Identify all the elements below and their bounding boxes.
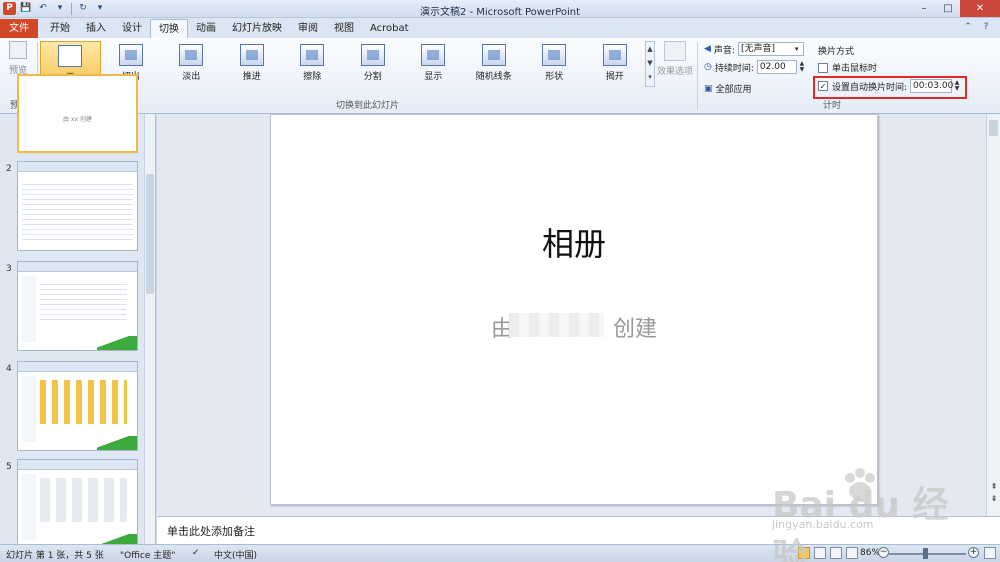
highlight-annotation xyxy=(813,76,967,99)
effect-options-button[interactable]: 效果选项 xyxy=(656,41,694,77)
minimize-button[interactable]: – xyxy=(912,0,936,17)
apply-all-icon: ▣ xyxy=(704,83,713,94)
transition-shape-icon xyxy=(542,44,567,66)
effect-options-label: 效果选项 xyxy=(656,67,693,77)
apply-all-row: ▣ 全部应用 xyxy=(704,82,752,96)
slide-count-status: 幻灯片 第 1 张，共 5 张 xyxy=(6,551,104,561)
tab-transitions[interactable]: 切换 xyxy=(150,19,188,38)
spellcheck-icon[interactable]: ✓ xyxy=(192,548,200,558)
tab-insert[interactable]: 插入 xyxy=(78,19,114,38)
transition-reveal-icon xyxy=(421,44,446,66)
slide-editing-area: 相册 由创建 xyxy=(157,114,986,516)
transition-reveal[interactable]: 显示 xyxy=(403,41,464,87)
slide-vertical-scrollbar[interactable]: ⇞ ⇟ xyxy=(986,114,1000,516)
advance-slide-title: 换片方式 xyxy=(818,47,855,57)
scroll-thumb[interactable] xyxy=(989,120,998,136)
fit-to-window-button[interactable] xyxy=(984,547,996,559)
transition-uncover-icon xyxy=(602,44,627,66)
on-click-label: 单击鼠标时 xyxy=(832,64,878,74)
theme-status: "Office 主题" xyxy=(120,551,176,561)
group-separator xyxy=(697,42,698,110)
on-click-checkbox[interactable] xyxy=(818,62,828,73)
transition-none-icon xyxy=(58,45,83,67)
duration-input[interactable]: 02.00 xyxy=(756,60,797,74)
previous-slide-icon[interactable]: ⇞ xyxy=(988,482,1000,491)
thumb-1-text: 由 xx 创建 xyxy=(63,116,92,123)
thumbnail-scrollbar[interactable] xyxy=(144,114,155,544)
tab-home[interactable]: 开始 xyxy=(42,19,78,38)
transitions-group-label: 切换到此幻灯片 xyxy=(335,101,399,111)
sound-label: 声音: xyxy=(713,45,735,56)
transition-split[interactable]: 分割 xyxy=(343,41,404,87)
gallery-scroll-control[interactable]: ▲ ▼ ▾ xyxy=(645,41,655,87)
language-status[interactable]: 中文(中国) xyxy=(214,548,257,561)
transition-random-bars-icon xyxy=(481,44,506,66)
ribbon-tabs: 开始 插入 设计 切换 动画 幻灯片放映 审阅 视图 Acrobat xyxy=(42,19,417,38)
tab-design[interactable]: 设计 xyxy=(114,19,150,38)
close-button[interactable]: ✕ xyxy=(960,0,1000,17)
window-title: 演示文稿2 - Microsoft PowerPoint xyxy=(419,7,581,18)
transition-fade[interactable]: 淡出 xyxy=(161,41,222,87)
tab-acrobat[interactable]: Acrobat xyxy=(362,19,417,38)
transition-random-bars[interactable]: 随机线条 xyxy=(464,41,525,87)
apply-all-button[interactable]: 全部应用 xyxy=(716,82,752,95)
transition-split-icon xyxy=(360,44,385,66)
tab-view[interactable]: 视图 xyxy=(326,19,362,38)
transition-uncover[interactable]: 揭开 xyxy=(585,41,646,87)
transition-push-icon xyxy=(239,44,264,66)
slide-number-3: 3 xyxy=(6,264,12,274)
clock-icon: ◷ xyxy=(704,62,712,72)
transition-shape[interactable]: 形状 xyxy=(524,41,585,87)
window-controls: – □ ✕ xyxy=(912,0,1000,17)
transition-wipe[interactable]: 擦除 xyxy=(282,41,343,87)
duration-spinner[interactable]: ▲ ▼ xyxy=(798,61,806,73)
transition-push[interactable]: 推进 xyxy=(222,41,283,87)
transition-fade-icon xyxy=(179,44,204,66)
slide-thumbnail-3[interactable] xyxy=(17,261,138,351)
sound-icon: ◀ xyxy=(704,44,711,54)
tab-file[interactable]: 文件 xyxy=(0,19,38,38)
transition-cut-icon xyxy=(118,44,143,66)
slide-number-4: 4 xyxy=(6,364,12,374)
help-icon[interactable]: ? xyxy=(980,21,992,33)
baidu-watermark: Bai du 经验 jingyan.baidu.com xyxy=(760,462,970,562)
slide-title[interactable]: 相册 xyxy=(271,219,877,265)
on-click-row: 单击鼠标时 xyxy=(818,61,877,74)
ribbon-tab-bar: 文件 开始 插入 设计 切换 动画 幻灯片放映 审阅 视图 Acrobat ⌃ … xyxy=(0,18,1000,38)
sound-row: ◀ 声音: [无声音] ▾ xyxy=(704,42,804,56)
minimize-ribbon-icon[interactable]: ⌃ xyxy=(962,21,974,33)
slide-thumbnail-panel: 由 xx 创建 2 3 4 5 xyxy=(0,74,156,549)
sound-dropdown-icon[interactable]: ▾ xyxy=(795,45,799,53)
duration-row: ◷ 持续时间: 02.00 ▲ ▼ xyxy=(704,60,806,74)
slide-number-5: 5 xyxy=(6,462,12,472)
transition-wipe-icon xyxy=(300,44,325,66)
notes-placeholder: 单击此处添加备注 xyxy=(167,525,255,538)
slide-thumbnail-1[interactable]: 由 xx 创建 xyxy=(17,74,138,153)
tab-slideshow[interactable]: 幻灯片放映 xyxy=(224,19,290,38)
tab-review[interactable]: 审阅 xyxy=(290,19,326,38)
slide-number-2: 2 xyxy=(6,164,12,174)
effect-options-icon xyxy=(664,41,686,61)
title-bar: P 💾 ↶ ▾ ↻ ▾ 演示文稿2 - Microsoft PowerPoint… xyxy=(0,0,1000,18)
maximize-button[interactable]: □ xyxy=(936,0,960,17)
slide-thumbnail-4[interactable] xyxy=(17,361,138,451)
current-slide[interactable]: 相册 由创建 xyxy=(270,114,878,505)
blurred-name xyxy=(509,313,604,337)
slide-thumbnail-5[interactable] xyxy=(17,459,138,549)
next-slide-icon[interactable]: ⇟ xyxy=(988,494,1000,503)
duration-label: 持续时间: xyxy=(714,63,754,74)
watermark-url: jingyan.baidu.com xyxy=(772,518,874,531)
ribbon-help-area: ⌃ ? xyxy=(962,21,992,33)
tab-animations[interactable]: 动画 xyxy=(188,19,224,38)
preview-icon xyxy=(9,41,27,59)
timing-group-label: 计时 xyxy=(822,101,841,111)
slide-thumbnail-2[interactable] xyxy=(17,161,138,251)
